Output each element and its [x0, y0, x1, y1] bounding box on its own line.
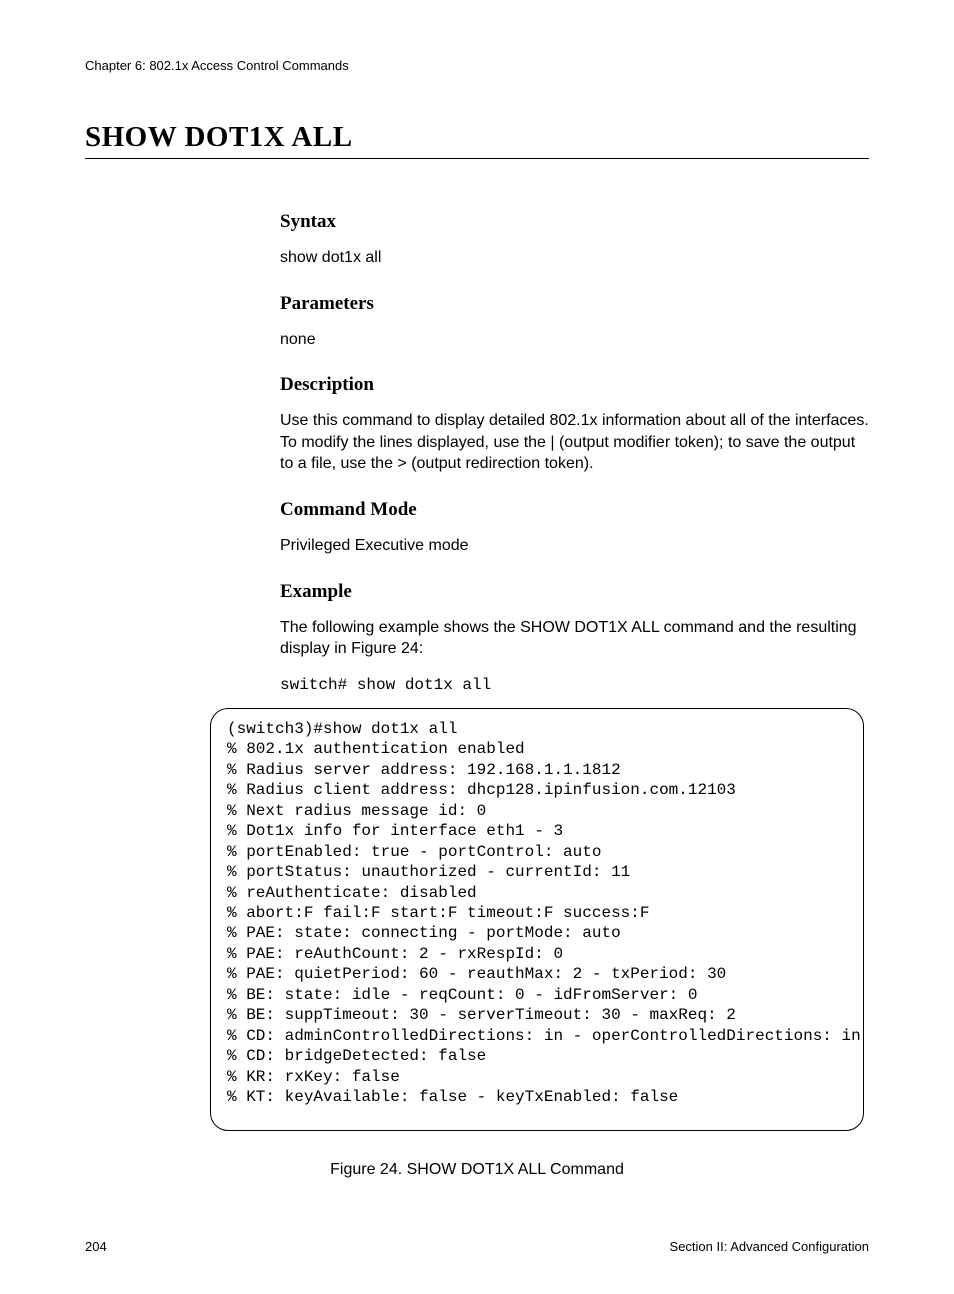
- chapter-header: Chapter 6: 802.1x Access Control Command…: [85, 58, 869, 73]
- content-area: Syntax show dot1x all Parameters none De…: [280, 211, 869, 694]
- section-label: Section II: Advanced Configuration: [670, 1239, 869, 1254]
- command-mode-heading: Command Mode: [280, 499, 869, 521]
- command-mode-body: Privileged Executive mode: [280, 535, 869, 557]
- page-number: 204: [85, 1239, 107, 1254]
- page: Chapter 6: 802.1x Access Control Command…: [0, 0, 954, 1294]
- syntax-body: show dot1x all: [280, 247, 869, 269]
- parameters-body: none: [280, 329, 869, 351]
- example-command: switch# show dot1x all: [280, 676, 869, 694]
- description-heading: Description: [280, 374, 869, 396]
- syntax-heading: Syntax: [280, 211, 869, 233]
- description-body: Use this command to display detailed 802…: [280, 410, 869, 475]
- title-block: SHOW DOT1X ALL: [85, 121, 869, 159]
- page-title: SHOW DOT1X ALL: [85, 121, 869, 158]
- figure-caption: Figure 24. SHOW DOT1X ALL Command: [85, 1161, 869, 1179]
- page-footer: 204 Section II: Advanced Configuration: [85, 1239, 869, 1254]
- terminal-output: (switch3)#show dot1x all % 802.1x authen…: [210, 708, 864, 1131]
- parameters-heading: Parameters: [280, 293, 869, 315]
- example-heading: Example: [280, 581, 869, 603]
- example-intro: The following example shows the SHOW DOT…: [280, 617, 869, 660]
